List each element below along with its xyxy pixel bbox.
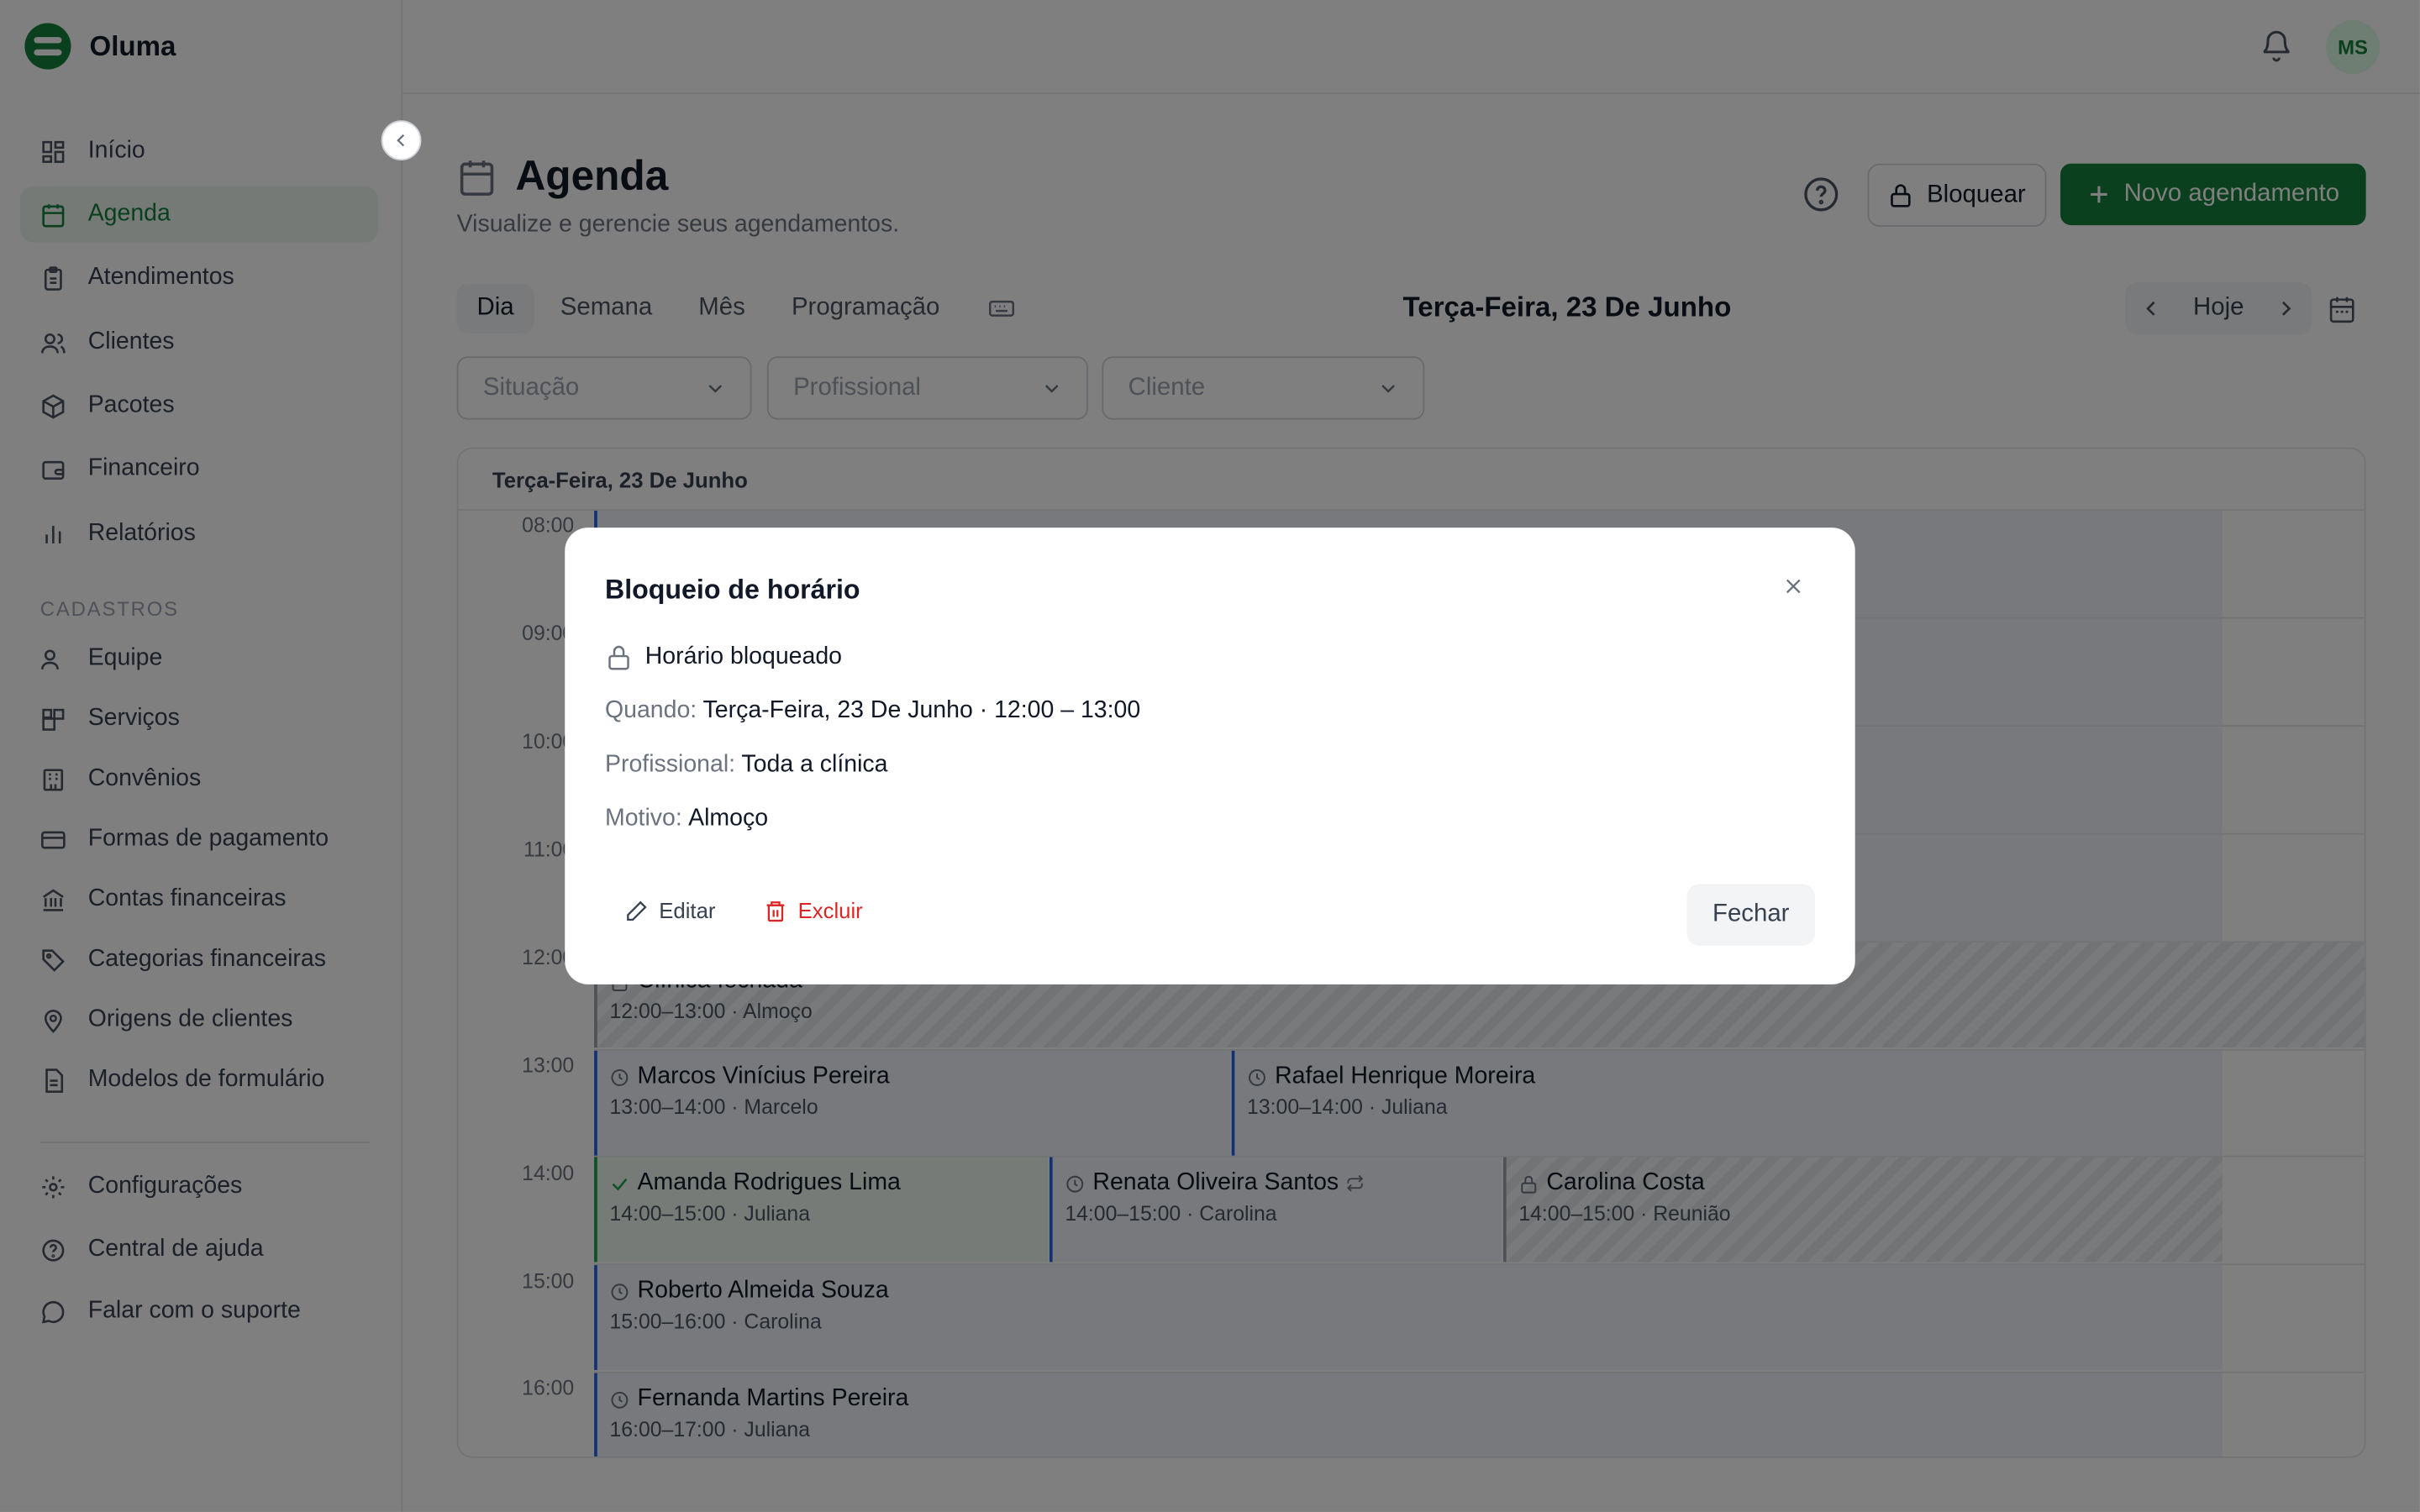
lock-icon: [608, 645, 629, 670]
modal-status: Horário bloqueado: [605, 643, 842, 671]
reason-label: Motivo:: [604, 805, 682, 832]
block-details-modal: Bloqueio de horário Horário bloqueado Qu…: [565, 528, 1855, 984]
delete-button-label: Excluir: [797, 897, 863, 923]
when-value: Terça-Feira, 23 De Junho · 12:00 – 13:00: [702, 697, 1141, 724]
collapse-sidebar-button[interactable]: [381, 120, 422, 161]
chevron-left-icon: [397, 134, 405, 147]
modal-title: Bloqueio de horário: [604, 574, 860, 605]
modal-reason: Motivo: Almoço: [605, 806, 768, 833]
professional-value: Toda a clínica: [741, 751, 888, 778]
delete-button[interactable]: Excluir: [764, 898, 863, 922]
pencil-icon: [627, 900, 647, 921]
edit-button-label: Editar: [659, 897, 716, 923]
edit-button[interactable]: Editar: [625, 897, 716, 923]
modal-professional: Profissional: Toda a clínica: [605, 751, 888, 779]
close-icon: [1786, 579, 1801, 594]
modal-close-button[interactable]: [1782, 575, 1804, 605]
modal-status-text: Horário bloqueado: [644, 643, 843, 670]
close-button[interactable]: Fechar: [1686, 884, 1815, 946]
reason-value: Almoço: [688, 805, 769, 832]
trash-icon: [766, 900, 785, 921]
app-root: Oluma Início Agenda Atendimentos Cliente…: [0, 0, 2420, 1512]
modal-when: Quando: Terça-Feira, 23 De Junho · 12:00…: [605, 697, 1140, 725]
professional-label: Profissional:: [604, 751, 736, 778]
when-label: Quando:: [604, 697, 697, 724]
